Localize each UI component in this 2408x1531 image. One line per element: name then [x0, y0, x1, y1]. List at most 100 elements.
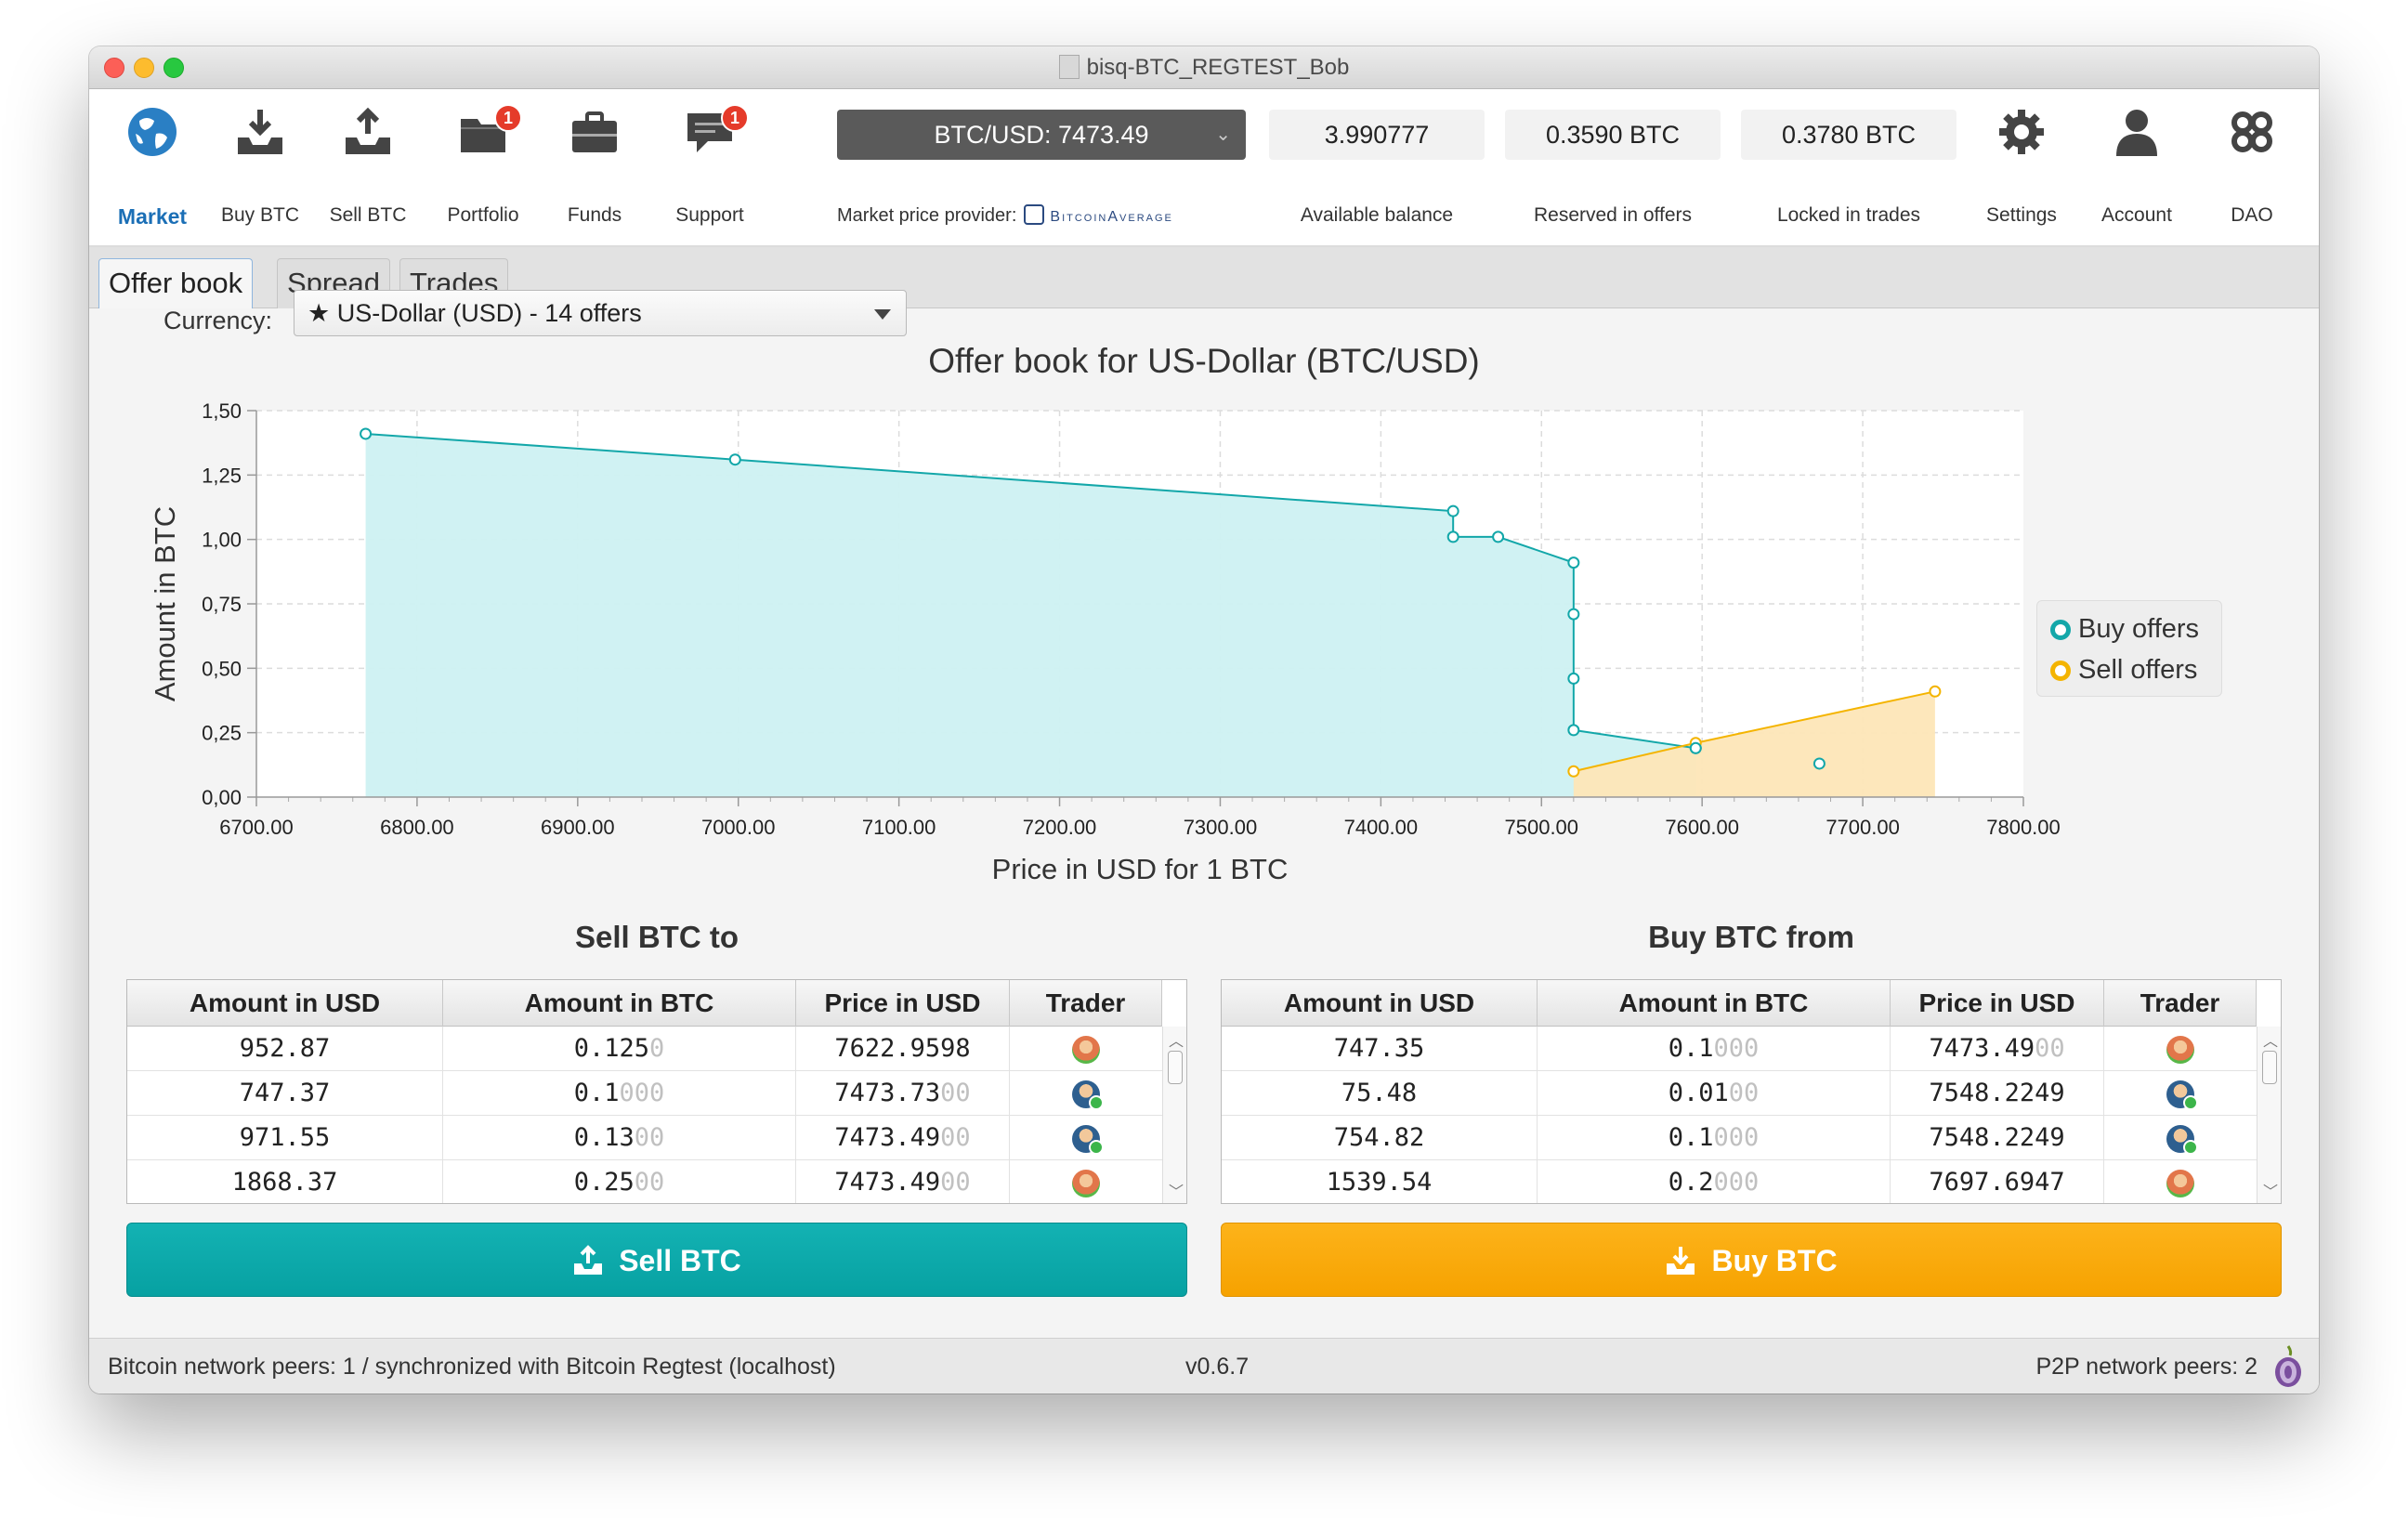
x-axis-label: Price in USD for 1 BTC — [992, 853, 1289, 883]
y-tick-label: 1,50 — [202, 399, 242, 423]
data-point[interactable] — [728, 453, 741, 466]
col-trader[interactable]: Trader — [2104, 980, 2257, 1027]
buy-table-header: Amount in USD Amount in BTC Price in USD… — [1222, 980, 2257, 1027]
col-amount-usd[interactable]: Amount in USD — [1222, 980, 1538, 1027]
cell-price-usd: 7473.4900 — [796, 1116, 1010, 1160]
scroll-thumb[interactable] — [1168, 1051, 1183, 1084]
btc-value-padding: 00 — [634, 1123, 665, 1152]
table-row[interactable]: 952.87 0.1250 7622.9598 — [127, 1027, 1162, 1071]
legend-buy-offers[interactable]: Buy offers — [2050, 610, 2199, 648]
data-point[interactable] — [1567, 556, 1580, 569]
legend-sell-offers[interactable]: Sell offers — [2050, 651, 2197, 688]
cell-price-usd: 7473.7300 — [796, 1071, 1010, 1116]
trader-avatar-multi-icon[interactable] — [2166, 1080, 2198, 1110]
cell-price-usd: 7622.9598 — [796, 1027, 1010, 1071]
buy-table-scrollbar[interactable]: ︿ ﹀ — [2257, 1027, 2281, 1203]
col-price-usd[interactable]: Price in USD — [796, 980, 1010, 1027]
trader-avatar-icon[interactable] — [1072, 1170, 1100, 1197]
x-tick-label: 7700.00 — [1826, 816, 1900, 839]
scroll-up-icon[interactable]: ︿ — [2258, 1028, 2281, 1051]
btc-value: 0.1 — [1668, 1034, 1714, 1063]
x-tick-label: 7600.00 — [1665, 816, 1739, 839]
sell-table-scrollbar[interactable]: ︿ ﹀ — [1162, 1027, 1186, 1203]
btc-value: 0.2 — [1668, 1168, 1714, 1197]
scroll-down-icon[interactable]: ﹀ — [2258, 1179, 2281, 1201]
price-value: 7473.49 — [1929, 1034, 2035, 1063]
price-value-padding: 00 — [2035, 1034, 2065, 1063]
table-row[interactable]: 754.82 0.1000 7548.2249 — [1222, 1116, 2257, 1160]
data-point[interactable] — [1446, 530, 1459, 543]
data-point[interactable] — [1567, 724, 1580, 737]
trader-avatar-icon[interactable] — [2166, 1170, 2194, 1197]
legend-sell-marker — [2050, 661, 2071, 681]
table-row[interactable]: 1539.54 0.2000 7697.6947 — [1222, 1160, 2257, 1203]
data-point[interactable] — [1567, 672, 1580, 685]
data-point[interactable] — [360, 427, 373, 440]
btc-value-padding: 00 — [634, 1168, 665, 1197]
data-point[interactable] — [1492, 530, 1505, 543]
y-tick-label: 1,00 — [202, 529, 242, 552]
cell-amount-btc: 0.1300 — [443, 1116, 796, 1160]
cell-trader — [2104, 1116, 2257, 1160]
trader-avatar-icon[interactable] — [1072, 1036, 1100, 1064]
price-value: 7473.49 — [834, 1123, 941, 1152]
x-tick-labels: 6700.00 6800.00 6900.00 7000.00 7100.00 7200.… — [219, 816, 2061, 839]
table-row[interactable]: 747.35 0.1000 7473.4900 — [1222, 1027, 2257, 1071]
scroll-thumb[interactable] — [2262, 1051, 2277, 1084]
cell-amount-usd: 75.48 — [1222, 1071, 1538, 1116]
cell-trader — [2104, 1160, 2257, 1203]
trader-avatar-multi-icon[interactable] — [1072, 1080, 1104, 1110]
table-row[interactable]: 971.55 0.1300 7473.4900 — [127, 1116, 1162, 1160]
data-point[interactable] — [1567, 765, 1580, 778]
col-trader[interactable]: Trader — [1010, 980, 1162, 1027]
price-value: 7473.73 — [834, 1079, 941, 1107]
btc-value: 0.1 — [573, 1079, 620, 1107]
legend-sell-label: Sell offers — [2078, 655, 2198, 685]
table-row[interactable]: 1868.37 0.2500 7473.4900 — [127, 1160, 1162, 1203]
trader-avatar-multi-icon[interactable] — [2166, 1125, 2198, 1155]
x-tick-label: 7200.00 — [1023, 816, 1097, 839]
tor-onion-icon[interactable] — [2272, 1342, 2304, 1389]
cell-amount-btc: 0.1000 — [1538, 1027, 1891, 1071]
offer-book-chart: 6700.00 6800.00 6900.00 7000.00 7100.00 7200.… — [149, 399, 2061, 883]
price-value: 7548.2249 — [1929, 1123, 2065, 1152]
cell-amount-usd: 747.35 — [1222, 1027, 1538, 1071]
y-tick-label: 0,25 — [202, 722, 242, 745]
y-tick-label: 0,75 — [202, 593, 242, 616]
cell-trader — [1010, 1160, 1162, 1203]
btc-value-padding: 000 — [1713, 1034, 1760, 1063]
trader-avatar-icon[interactable] — [2166, 1036, 2194, 1064]
col-amount-btc[interactable]: Amount in BTC — [1538, 980, 1891, 1027]
x-tick-label: 7800.00 — [1986, 816, 2061, 839]
cell-price-usd: 7473.4900 — [796, 1160, 1010, 1203]
cell-amount-usd: 1539.54 — [1222, 1160, 1538, 1203]
data-point[interactable] — [1446, 504, 1459, 517]
cell-price-usd: 7697.6947 — [1891, 1160, 2104, 1203]
data-point[interactable] — [1929, 685, 1942, 698]
sell-table-title: Sell BTC to — [574, 920, 739, 954]
btc-value: 0.25 — [573, 1168, 635, 1197]
data-point[interactable] — [1813, 757, 1826, 770]
col-amount-btc[interactable]: Amount in BTC — [443, 980, 796, 1027]
buy-table-title: Buy BTC from — [1648, 920, 1854, 954]
data-point[interactable] — [1567, 608, 1580, 621]
sell-btc-button[interactable]: Sell BTC — [126, 1223, 1187, 1297]
trader-badge-icon — [1089, 1140, 1104, 1155]
scroll-up-icon[interactable]: ︿ — [1163, 1028, 1186, 1051]
col-amount-usd[interactable]: Amount in USD — [127, 980, 443, 1027]
table-row[interactable]: 747.37 0.1000 7473.7300 — [127, 1071, 1162, 1116]
sell-tray-icon — [574, 1245, 603, 1275]
buy-btc-button-label: Buy BTC — [1711, 1244, 1838, 1277]
buy-offers-table: Amount in USD Amount in BTC Price in USD… — [1221, 979, 2282, 1204]
scroll-down-icon[interactable]: ﹀ — [1163, 1179, 1186, 1201]
trader-badge-icon — [1089, 1095, 1104, 1110]
cell-amount-btc: 0.1000 — [443, 1071, 796, 1116]
data-point[interactable] — [1689, 741, 1702, 754]
btc-value-padding: 000 — [619, 1079, 665, 1107]
col-price-usd[interactable]: Price in USD — [1891, 980, 2104, 1027]
buy-btc-button[interactable]: Buy BTC — [1221, 1223, 2282, 1297]
btc-value-padding: 0 — [649, 1034, 665, 1063]
table-row[interactable]: 75.48 0.0100 7548.2249 — [1222, 1071, 2257, 1116]
price-value: 7697.6947 — [1929, 1168, 2065, 1197]
trader-avatar-multi-icon[interactable] — [1072, 1125, 1104, 1155]
